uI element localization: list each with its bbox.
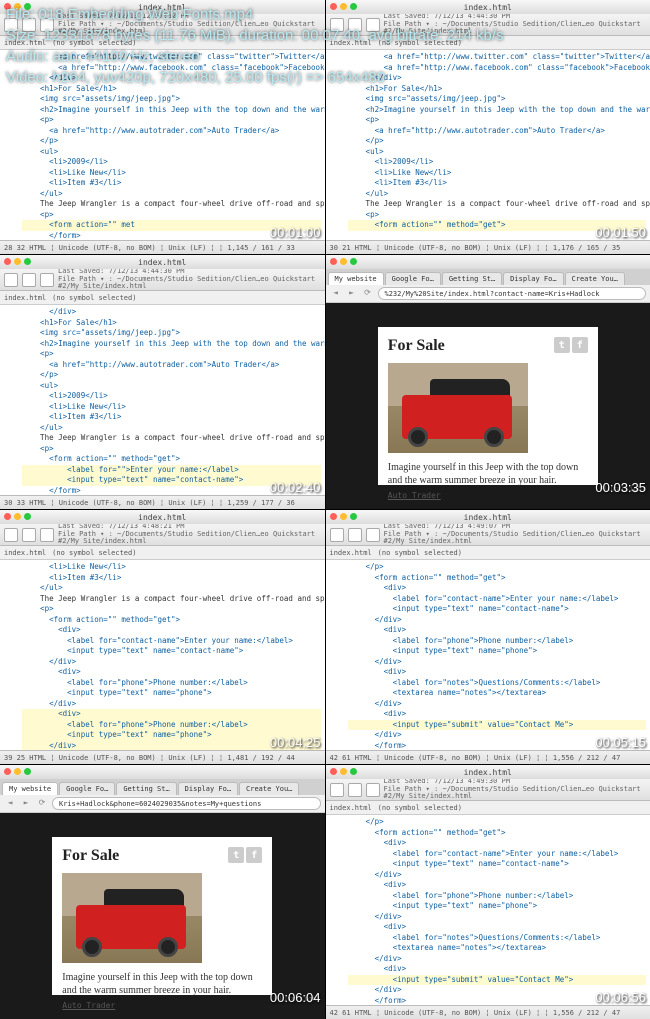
thumb-2: index.html Last Saved: 7/12/13 4:44:30 P…: [0, 255, 325, 509]
thumb-4: index.html Last Saved: 7/12/13 4:48:21 P…: [0, 510, 325, 764]
reload-icon[interactable]: ⟳: [36, 798, 48, 810]
twitter-icon[interactable]: t: [554, 337, 570, 353]
page-viewport: For Sale t f Imagine yourself in this Je…: [326, 303, 650, 509]
text-tool-icon[interactable]: [348, 783, 362, 797]
media-info-overlay: File: 018.Embedding Web Fonts.mp4 Size: …: [0, 0, 510, 92]
status-bar: 30 21 HTML ¦ Unicode (UTF-8, no BOM) ¦ U…: [326, 240, 650, 254]
window-titlebar[interactable]: index.html: [0, 255, 325, 269]
blurb-text: Imagine yourself in this Jeep with the t…: [388, 461, 588, 487]
for-sale-heading: For Sale: [388, 337, 445, 355]
text-tool-icon[interactable]: [348, 528, 362, 542]
browser-tabs[interactable]: My website Google Fo… Getting St… Displa…: [326, 269, 650, 285]
back-icon[interactable]: ◄: [4, 798, 16, 810]
autotrader-link[interactable]: Auto Trader: [388, 491, 588, 500]
layout-icon[interactable]: [366, 783, 380, 797]
tab-google[interactable]: Google Fo…: [385, 272, 441, 285]
back-icon[interactable]: ◄: [330, 288, 342, 300]
audio-line: Audio: aac, 44100 Hz, stereo: [6, 46, 504, 67]
code-editor[interactable]: </p> <form action="" method="get"> <div>…: [326, 560, 650, 750]
forward-icon[interactable]: ►: [20, 798, 32, 810]
code-editor[interactable]: </p> <form action="" method="get"> <div>…: [326, 815, 650, 1005]
text-tool-icon[interactable]: [22, 528, 36, 542]
facebook-icon[interactable]: f: [246, 847, 262, 863]
jeep-image: [62, 873, 202, 963]
file-line: File: 018.Embedding Web Fonts.mp4: [6, 4, 504, 25]
tab-display[interactable]: Display Fo…: [503, 272, 563, 285]
thumb-3-browser: My website Google Fo… Getting St… Displa…: [326, 255, 650, 509]
forward-icon[interactable]: ►: [346, 288, 358, 300]
tab-mywebsite[interactable]: My website: [328, 272, 384, 285]
facebook-icon[interactable]: f: [572, 337, 588, 353]
layout-icon[interactable]: [366, 528, 380, 542]
pencil-icon[interactable]: [330, 528, 344, 542]
pencil-icon[interactable]: [4, 273, 18, 287]
address-input[interactable]: Kris+Hadlock&phone=6024029035&notes=My+q…: [52, 797, 321, 810]
pencil-icon[interactable]: [4, 528, 18, 542]
tab-getting[interactable]: Getting St…: [442, 272, 502, 285]
twitter-icon[interactable]: t: [228, 847, 244, 863]
text-tool-icon[interactable]: [22, 273, 36, 287]
address-input[interactable]: %232/My%20Site/index.html?contact-name=K…: [378, 287, 647, 300]
status-bar: 28 32 HTML ¦ Unicode (UTF-8, no BOM) ¦ U…: [0, 240, 325, 254]
thumb-7: index.html Last Saved: 7/12/13 4:49:30 P…: [326, 765, 650, 1019]
editor-toolbar[interactable]: Last Saved: 7/12/13 4:44:30 PM File Path…: [0, 269, 325, 291]
video-line: Video: h264, yuv420p, 720x480, 25.00 fps…: [6, 67, 504, 88]
thumb-5: index.html Last Saved: 7/12/13 4:49:07 P…: [326, 510, 650, 764]
reload-icon[interactable]: ⟳: [362, 288, 374, 300]
thumb-6-browser: My website Google Fo… Getting St… Displa…: [0, 765, 325, 1019]
timestamp: 00:01:50: [595, 225, 646, 240]
jeep-image: [388, 363, 528, 453]
code-editor[interactable]: <li>Like New</li> <li>Item #3</li> </ul>…: [0, 560, 325, 750]
pencil-icon[interactable]: [330, 783, 344, 797]
url-bar[interactable]: ◄ ► ⟳ %232/My%20Site/index.html?contact-…: [326, 285, 650, 303]
layout-icon[interactable]: [40, 273, 54, 287]
thumbnail-grid: index.html Last Saved: 7/12/13 12:57:52 …: [0, 0, 650, 1019]
tab-create[interactable]: Create You…: [565, 272, 625, 285]
size-line: Size: 12331878 bytes (11.76 MiB), durati…: [6, 25, 504, 46]
code-editor[interactable]: </div> <h1>For Sale</h1> <img src="asset…: [0, 305, 325, 495]
timestamp: 00:01:00: [270, 225, 321, 240]
page-card: For Sale t f Imagine yourself in this Je…: [378, 327, 598, 485]
layout-icon[interactable]: [40, 528, 54, 542]
